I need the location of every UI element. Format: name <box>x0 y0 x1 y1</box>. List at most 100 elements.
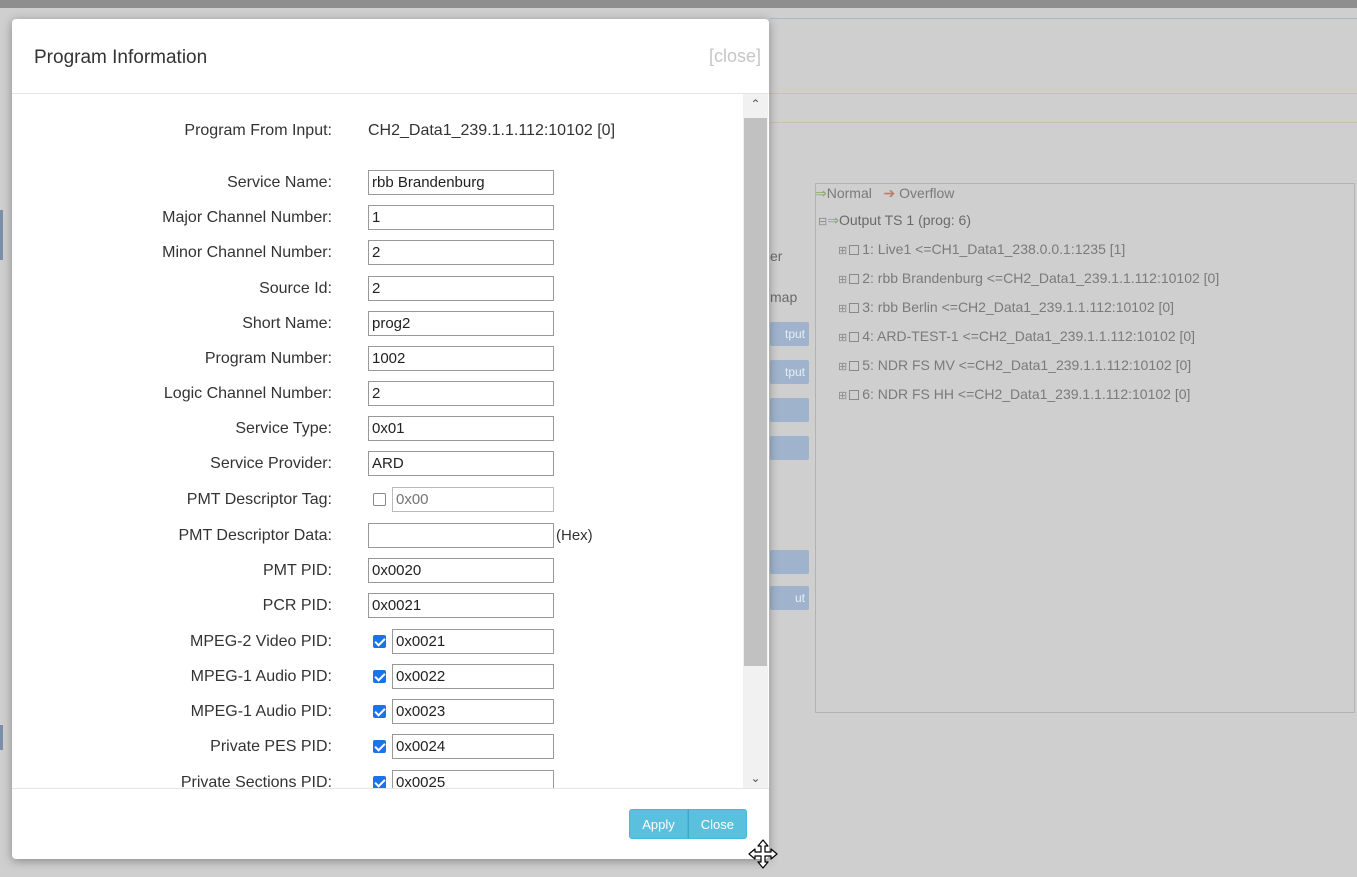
tree-checkbox[interactable] <box>849 303 860 313</box>
tree-checkbox[interactable] <box>849 361 860 371</box>
legend-normal: Normal <box>826 185 872 201</box>
pmt-descriptor-data-row: PMT Descriptor Data: (Hex) <box>12 523 732 549</box>
left-edge-marker <box>0 210 3 260</box>
source-id-input[interactable] <box>368 276 554 301</box>
tree-legend: ⇒Normal ➔ Overflow <box>815 185 954 202</box>
partial-button[interactable]: tput <box>770 322 809 346</box>
partial-label: er <box>770 248 783 264</box>
expand-icon[interactable]: ⊞ <box>838 303 847 315</box>
program-number-row: Program Number: <box>12 346 732 372</box>
tree-checkbox[interactable] <box>849 332 860 342</box>
service-type-label: Service Type: <box>235 420 332 437</box>
expand-icon[interactable]: ⊞ <box>838 390 847 402</box>
logic-channel-label: Logic Channel Number: <box>163 385 332 402</box>
partial-button[interactable]: ut <box>770 586 809 610</box>
pmt-descriptor-tag-label: PMT Descriptor Tag: <box>186 491 332 508</box>
tree-checkbox[interactable] <box>849 245 860 255</box>
service-provider-row: Service Provider: <box>12 451 732 477</box>
dialog-scrollbar[interactable]: ⌃ ⌄ <box>743 94 768 788</box>
pid-checkbox[interactable] <box>373 740 386 753</box>
program-from-input-row: Program From Input: CH2_Data1_239.1.1.11… <box>12 118 732 144</box>
chevron-up-icon[interactable]: ⌃ <box>743 94 768 114</box>
hex-suffix: (Hex) <box>556 527 593 544</box>
expand-icon[interactable]: ⊞ <box>838 332 847 344</box>
major-channel-row: Major Channel Number: <box>12 205 732 231</box>
dialog-footer: Apply Close <box>12 788 769 860</box>
tree-item[interactable]: ⊞ 3: rbb Berlin <=CH2_Data1_239.1.1.112:1… <box>838 299 1174 315</box>
pmt-pid-label: PMT PID: <box>262 562 332 579</box>
dialog-body: Program From Input: CH2_Data1_239.1.1.11… <box>12 94 769 788</box>
scrollbar-thumb[interactable] <box>744 118 767 666</box>
expand-icon[interactable]: ⊞ <box>838 361 847 373</box>
service-type-row: Service Type: <box>12 416 732 442</box>
pid-checkbox[interactable] <box>373 705 386 718</box>
pid-checkbox[interactable] <box>373 776 386 788</box>
pid-row: MPEG-2 Video PID: <box>12 629 732 655</box>
close-link[interactable]: [close] <box>709 46 761 67</box>
program-number-input[interactable] <box>368 346 554 371</box>
footer-button-group: Apply Close <box>629 809 747 839</box>
tree-root-node[interactable]: ⊟⇒Output TS 1 (prog: 6) <box>818 212 971 229</box>
pmt-descriptor-data-input[interactable] <box>368 523 554 548</box>
major-channel-label: Major Channel Number: <box>162 209 332 226</box>
service-type-input[interactable] <box>368 416 554 441</box>
tree-checkbox[interactable] <box>849 390 860 400</box>
expand-icon[interactable]: ⊞ <box>838 274 847 286</box>
minor-channel-row: Minor Channel Number: <box>12 240 732 266</box>
service-name-input[interactable] <box>368 170 554 195</box>
pid-label: Private Sections PID: <box>180 774 332 788</box>
partial-button[interactable] <box>770 398 809 422</box>
logic-channel-row: Logic Channel Number: <box>12 381 732 407</box>
tree-item[interactable]: ⊞ 4: ARD-TEST-1 <=CH2_Data1_239.1.1.112:1… <box>838 328 1195 344</box>
minor-channel-input[interactable] <box>368 240 554 265</box>
top-band <box>0 0 1357 8</box>
pmt-descriptor-tag-checkbox[interactable] <box>373 493 386 506</box>
legend-overflow: Overflow <box>899 185 955 201</box>
program-from-input-label: Program From Input: <box>184 122 332 139</box>
logic-channel-input[interactable] <box>368 381 554 406</box>
pcr-pid-input[interactable] <box>368 593 554 618</box>
pid-row: Private PES PID: <box>12 734 732 760</box>
pid-label: MPEG-1 Audio PID: <box>190 703 332 720</box>
short-name-label: Short Name: <box>242 315 332 332</box>
pid-checkbox[interactable] <box>373 635 386 648</box>
pid-input[interactable] <box>392 664 554 689</box>
partial-button[interactable] <box>770 550 809 574</box>
pid-input[interactable] <box>392 770 554 788</box>
divider <box>770 93 1357 94</box>
expand-icon[interactable]: ⊞ <box>838 245 847 257</box>
partial-button[interactable] <box>770 436 809 460</box>
pid-row: Private Sections PID: <box>12 770 732 788</box>
service-name-label: Service Name: <box>227 174 332 191</box>
divider <box>770 18 1357 19</box>
pid-input[interactable] <box>392 629 554 654</box>
tree-item[interactable]: ⊞ 2: rbb Brandenburg <=CH2_Data1_239.1.1.… <box>838 270 1219 286</box>
pmt-pid-input[interactable] <box>368 558 554 583</box>
pid-input[interactable] <box>392 699 554 724</box>
pid-checkbox[interactable] <box>373 670 386 683</box>
partial-button[interactable]: tput <box>770 360 809 384</box>
program-from-input-value: CH2_Data1_239.1.1.112:10102 [0] <box>368 122 616 139</box>
tree-item[interactable]: ⊞ 6: NDR FS HH <=CH2_Data1_239.1.1.112:10… <box>838 386 1190 402</box>
service-provider-input[interactable] <box>368 451 554 476</box>
source-id-row: Source Id: <box>12 276 732 302</box>
divider <box>770 122 1357 123</box>
pmt-pid-row: PMT PID: <box>12 558 732 584</box>
pid-input[interactable] <box>392 734 554 759</box>
apply-button[interactable]: Apply <box>629 809 688 839</box>
normal-arrow-icon: ⇒ <box>827 212 839 228</box>
short-name-row: Short Name: <box>12 311 732 337</box>
collapse-icon[interactable]: ⊟ <box>818 216 827 228</box>
tree-checkbox[interactable] <box>849 274 860 284</box>
pid-row: MPEG-1 Audio PID: <box>12 664 732 690</box>
tree-item[interactable]: ⊞ 5: NDR FS MV <=CH2_Data1_239.1.1.112:10… <box>838 357 1191 373</box>
short-name-input[interactable] <box>368 311 554 336</box>
output-tree-panel <box>815 183 1355 713</box>
chevron-down-icon[interactable]: ⌄ <box>743 768 768 788</box>
close-button[interactable]: Close <box>687 809 747 839</box>
tree-item[interactable]: ⊞ 1: Live1 <=CH1_Data1_238.0.0.1:1235 [1] <box>838 241 1125 257</box>
dialog-header[interactable]: Program Information [close] <box>12 19 769 94</box>
major-channel-input[interactable] <box>368 205 554 230</box>
pid-label: MPEG-2 Video PID: <box>190 633 332 650</box>
pmt-descriptor-tag-input[interactable] <box>392 487 554 512</box>
